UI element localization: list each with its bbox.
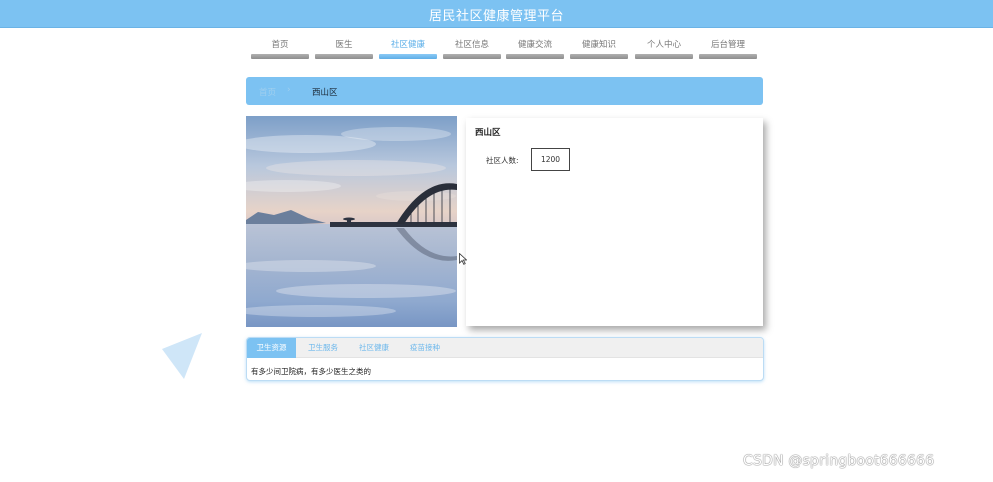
tab-content-text: 有多少间卫院病，有多少医生之类的	[251, 367, 371, 376]
community-info-card: 西山区 社区人数: 1200	[466, 118, 763, 326]
site-title: 居民社区健康管理平台	[428, 9, 564, 24]
nav-item-home[interactable]: 首页	[251, 38, 309, 62]
nav-item-underline	[699, 54, 757, 59]
nav-item-label: 医生	[335, 40, 353, 50]
mouse-pointer-icon	[459, 253, 467, 265]
nav-item-underline	[635, 54, 693, 59]
population-value: 1200	[531, 148, 570, 171]
tab-community-health[interactable]: 社区健康	[349, 338, 399, 358]
nav-item-community-info[interactable]: 社区信息	[443, 38, 501, 62]
nav-item-underline	[443, 54, 501, 59]
nav-item-underline	[315, 54, 373, 59]
breadcrumb-current: 西山区	[312, 88, 338, 98]
nav-item-label: 首页	[271, 40, 289, 50]
nav-item-label: 健康知识	[581, 40, 616, 50]
nav-item-label: 社区信息	[454, 40, 489, 50]
nav-item-personal-center[interactable]: 个人中心	[635, 38, 693, 62]
main-nav: 首页 医生 社区健康 社区信息 健康交流 健康知识 个人中心 后台管理	[251, 38, 763, 62]
nav-item-underline	[506, 54, 564, 59]
nav-item-label: 个人中心	[646, 40, 681, 50]
nav-item-underline	[379, 54, 437, 59]
tab-vaccination[interactable]: 疫苗接种	[400, 338, 450, 358]
nav-item-underline	[570, 54, 628, 59]
nav-item-health-knowledge[interactable]: 健康知识	[570, 38, 628, 62]
watermark-text: CSDN @springboot666666	[743, 453, 935, 469]
nav-item-health-forum[interactable]: 健康交流	[506, 38, 564, 62]
breadcrumb-separator: ›	[287, 85, 291, 95]
nav-item-community-health[interactable]: 社区健康	[379, 38, 437, 62]
nav-item-label: 后台管理	[710, 40, 745, 50]
detail-tabs: 卫生资源 卫生服务 社区健康 疫苗接种 有多少间卫院病，有多少医生之类的	[246, 337, 764, 381]
breadcrumb: 首页 › 西山区	[246, 77, 763, 105]
tabs-header: 卫生资源 卫生服务 社区健康 疫苗接种	[247, 338, 763, 358]
header-bar: 居民社区健康管理平台	[0, 0, 993, 28]
nav-item-admin[interactable]: 后台管理	[699, 38, 757, 62]
nav-item-doctors[interactable]: 医生	[315, 38, 373, 62]
community-name: 西山区	[475, 128, 501, 138]
community-photo	[246, 116, 457, 327]
population-label: 社区人数:	[486, 156, 519, 165]
tab-health-services[interactable]: 卫生服务	[298, 338, 348, 358]
decorative-triangle-icon	[162, 333, 202, 379]
tab-health-resources[interactable]: 卫生资源	[247, 338, 296, 358]
lake-bridge-image	[246, 116, 457, 327]
nav-item-underline	[251, 54, 309, 59]
breadcrumb-home-link[interactable]: 首页	[259, 86, 276, 98]
nav-item-label: 社区健康	[390, 40, 425, 50]
nav-item-label: 健康交流	[517, 40, 552, 50]
